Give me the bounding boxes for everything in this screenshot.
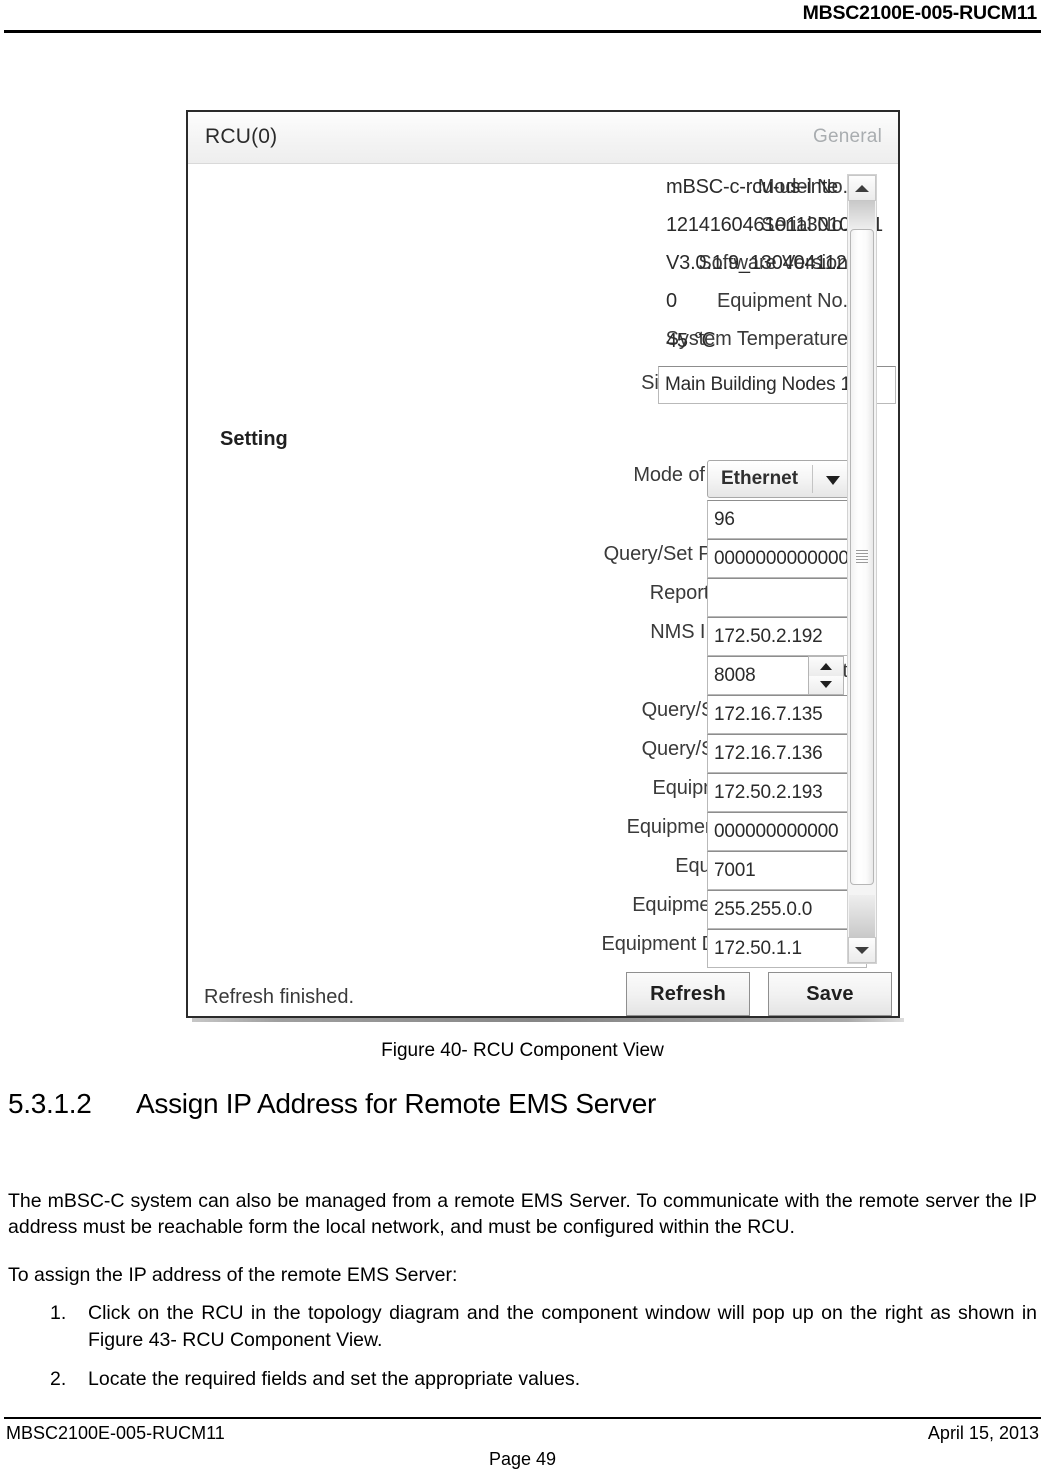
field-row-equipment-no: Equipment No. 0 [188, 290, 848, 328]
triangle-up-icon [820, 662, 832, 670]
stepper-nms-ip-port[interactable] [808, 656, 844, 695]
input-site-no[interactable]: 96 [707, 500, 867, 539]
scrollbar-thumb[interactable] [850, 229, 874, 885]
field-row-serial-no: Serial No. 12141604610113010001 [188, 214, 883, 252]
figure-caption: Figure 40- RCU Component View [381, 1040, 664, 1061]
value-equipment-no: 0 [666, 290, 677, 312]
dialog-body: Model No. mBSC-c-rcu-us-inte Serial No. … [188, 164, 898, 1016]
setting-section-heading: Setting [220, 428, 288, 450]
footer-date: April 15, 2013 [927, 1423, 1039, 1443]
dialog-shadow [192, 1018, 904, 1022]
select-mode-of-communication-value: Ethernet [721, 468, 799, 489]
section-heading: 5.3.1.2 Assign IP Address for Remote EMS … [8, 1088, 656, 1120]
header-divider [4, 30, 1041, 33]
scrollbar-track-below[interactable] [849, 895, 875, 937]
triangle-up-icon [855, 184, 869, 192]
stepper-down-button[interactable] [809, 675, 843, 694]
list-item-text: Click on the RCU in the topology diagram… [88, 1302, 1037, 1351]
status-text: Refresh finished. [204, 986, 355, 1008]
value-software-version: V3.0.1.9_1304041122 [666, 252, 858, 274]
footer-page-number: Page 49 [488, 1449, 557, 1469]
paragraph-lead-in: To assign the IP address of the remote E… [8, 1264, 458, 1286]
select-divider [812, 465, 813, 493]
dialog-title: RCU(0) [205, 125, 278, 148]
input-equipment-ip[interactable]: 172.50.2.193 [707, 773, 867, 812]
page-header-title: MBSC2100E-005-RUCM11 [802, 2, 1038, 24]
scrollbar-track-above[interactable] [849, 201, 875, 229]
section-heading-text: Assign IP Address for Remote EMS Server [136, 1088, 656, 1119]
footer-divider [4, 1417, 1041, 1419]
input-equipment-mac[interactable]: 000000000000 [707, 812, 867, 851]
input-equipment-port[interactable]: 7001 [707, 851, 867, 890]
footer-document-id: MBSC2100E-005-RUCM11 [6, 1423, 225, 1443]
label-equipment-no: Equipment No. [717, 290, 848, 312]
stepper-up-button[interactable] [809, 657, 843, 677]
field-row-system-temperature: System Temperature 45 ℃ [188, 328, 848, 366]
input-query-set-phone-1[interactable]: 0000000000000 [707, 539, 867, 578]
tab-general[interactable]: General [813, 126, 882, 148]
paragraph-intro: The mBSC-C system can also be managed fr… [8, 1190, 1037, 1238]
list-item-number: 1. [50, 1302, 67, 1324]
input-report-phone[interactable] [707, 578, 867, 617]
field-row-software-version: Software Version V3.0.1.9_1304041122 [188, 252, 858, 290]
rcu-dialog: RCU(0) General Model No. mBSC-c-rcu-us-i… [186, 110, 900, 1018]
rcu-component-view-figure: RCU(0) General Model No. mBSC-c-rcu-us-i… [186, 110, 904, 1022]
input-query-set-ip-2[interactable]: 172.16.7.136 [707, 734, 867, 773]
value-model-no: mBSC-c-rcu-us-inte [666, 176, 838, 198]
input-equipment-gateway[interactable]: 172.50.1.1 [707, 929, 867, 968]
list-item-text: Locate the required fields and set the a… [88, 1368, 581, 1390]
input-nms-ip-address[interactable]: 172.50.2.192 [707, 617, 867, 656]
input-query-set-ip-1[interactable]: 172.16.7.135 [707, 695, 867, 734]
scroll-down-button[interactable] [848, 937, 876, 963]
vertical-scrollbar[interactable] [847, 174, 877, 964]
scroll-up-button[interactable] [848, 175, 876, 201]
list-item: 2. Locate the required fields and set th… [8, 1366, 1037, 1393]
grip-icon [856, 550, 868, 564]
input-equipment-subnet[interactable]: 255.255.0.0 [707, 890, 867, 929]
triangle-down-icon [820, 681, 832, 689]
list-item: 1. Click on the RCU in the topology diag… [8, 1300, 1037, 1354]
select-mode-of-communication[interactable]: Ethernet [707, 460, 853, 498]
field-row-model-no: Model No. mBSC-c-rcu-us-inte [188, 176, 848, 214]
chevron-down-icon [826, 476, 840, 485]
save-button[interactable]: Save [768, 972, 892, 1016]
dialog-titlebar: RCU(0) General [188, 112, 898, 164]
value-system-temperature: 45 ℃ [666, 330, 716, 352]
section-number: 5.3.1.2 [8, 1088, 92, 1119]
list-item-number: 2. [50, 1368, 67, 1390]
refresh-button[interactable]: Refresh [626, 972, 750, 1016]
triangle-down-icon [855, 946, 869, 954]
ordered-list: 1. Click on the RCU in the topology diag… [8, 1300, 1037, 1405]
